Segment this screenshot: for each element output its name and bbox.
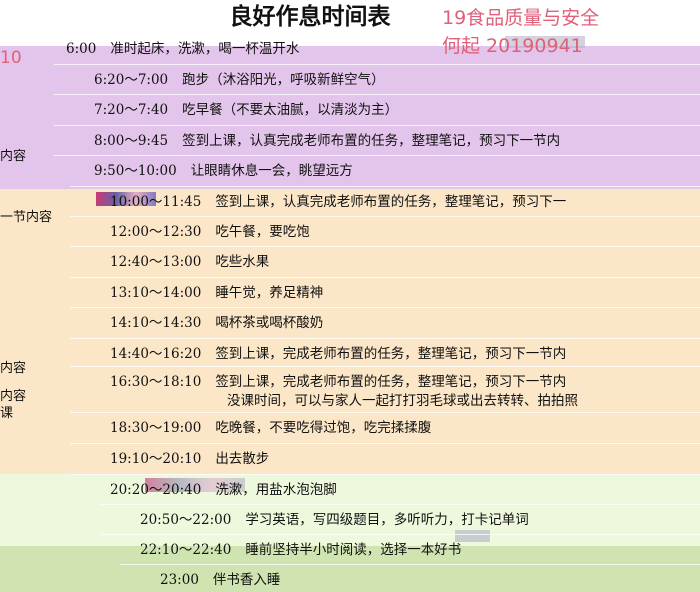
schedule-activity: 准时起床，洗漱，喝一杯温开水 — [110, 41, 300, 57]
student-info-overlay: 19食品质量与安全 何起 20190941 — [442, 6, 692, 58]
row-divider — [100, 504, 700, 505]
schedule-activity: 睡午觉，养足精神 — [215, 285, 324, 301]
schedule-activity: 吃午餐，要吃饱 — [215, 224, 310, 240]
row-divider — [70, 366, 700, 367]
row-divider — [70, 246, 700, 247]
row-divider — [100, 534, 700, 535]
schedule-row: 6:20～7:00 跑步（沐浴阳光，呼吸新鲜空气） — [94, 68, 700, 88]
schedule-time: 6:00 — [66, 41, 97, 57]
schedule-row-continuation: 没课时间，可以与家人一起打打羽毛球或出去转转、拍拍照 — [227, 389, 700, 409]
schedule-row: 12:00～12:30 吃午餐，要吃饱 — [110, 220, 700, 240]
schedule-time: 16:30～18:10 — [110, 374, 202, 390]
schedule-row: 20:50～22:00 学习英语，写四级题目，多听听力，打卡记单词 — [140, 508, 700, 528]
schedule-time: 19:10～20:10 — [110, 451, 202, 467]
schedule-time: 6:20～7:00 — [94, 72, 169, 88]
schedule-activity: 伴书香入睡 — [212, 572, 281, 588]
schedule-activity: 签到上课，认真完成老师布置的任务，整理笔记，预习下一节内 — [182, 133, 561, 149]
schedule-time: 14:10～14:30 — [110, 315, 202, 331]
schedule-activity: 吃晚餐，不要吃得过饱，吃完揉揉腹 — [215, 420, 432, 436]
schedule-row: 10:00～11:45 签到上课，认真完成老师布置的任务，整理笔记，预习下一 — [110, 190, 700, 210]
row-divider — [70, 307, 700, 308]
schedule-activity: 让眼睛休息一会，眺望远方 — [190, 163, 353, 179]
row-divider — [54, 125, 700, 126]
row-divider — [54, 155, 700, 156]
schedule-time: 20:20～20:40 — [110, 482, 202, 498]
row-divider — [70, 474, 700, 475]
schedule-row: 16:30～18:10 签到上课，完成老师布置的任务，整理笔记，预习下一节内 — [110, 370, 700, 390]
schedule-activity: 洗漱，用盐水泡泡脚 — [215, 482, 337, 498]
schedule-time: 13:10～14:00 — [110, 285, 202, 301]
schedule-row: 14:40～16:20 签到上课，完成老师布置的任务，整理笔记，预习下一节内 — [110, 342, 700, 362]
schedule-time: 18:30～19:00 — [110, 420, 202, 436]
schedule-activity: 签到上课，认真完成老师布置的任务，整理笔记，预习下一 — [215, 194, 567, 210]
left-fragment: 一节内容 — [0, 210, 53, 225]
schedule-row: 8:00～9:45 签到上课，认真完成老师布置的任务，整理笔记，预习下一节内 — [94, 129, 700, 149]
schedule-activity: 学习英语，写四级题目，多听听力，打卡记单词 — [245, 512, 529, 528]
schedule-time: 14:40～16:20 — [110, 346, 202, 362]
student-name-id: 何起 20190941 — [442, 35, 583, 57]
schedule-activity: 跑步（沐浴阳光，呼吸新鲜空气） — [182, 72, 385, 88]
schedule-row: 7:20～7:40 吃早餐（不要太油腻，以清淡为主） — [94, 98, 700, 118]
left-fragment: 内容 — [0, 149, 27, 164]
schedule-activity: 出去散步 — [215, 451, 270, 467]
row-divider — [70, 186, 700, 187]
schedule-row: 12:40～13:00 吃些水果 — [110, 250, 700, 270]
schedule-time: 7:20～7:40 — [94, 102, 169, 118]
left-fragment: 课 — [0, 406, 14, 421]
row-divider — [54, 94, 700, 95]
schedule-row: 13:10～14:00 睡午觉，养足精神 — [110, 281, 700, 301]
schedule-row: 9:50～10:00 让眼睛休息一会，眺望远方 — [94, 159, 700, 179]
row-divider — [70, 412, 700, 413]
schedule-row: 19:10～20:10 出去散步 — [110, 447, 700, 467]
schedule-row: 20:20～20:40 洗漱，用盐水泡泡脚 — [110, 478, 700, 498]
schedule-time: 20:50～22:00 — [140, 512, 232, 528]
schedule-time: 22:10～22:40 — [140, 542, 232, 558]
row-divider — [70, 443, 700, 444]
schedule-activity: 喝杯茶或喝杯酸奶 — [215, 315, 324, 331]
row-divider — [70, 216, 700, 217]
schedule-row: 18:30～19:00 吃晚餐，不要吃得过饱，吃完揉揉腹 — [110, 416, 700, 436]
schedule-time: 10:00～11:45 — [110, 194, 202, 210]
schedule-activity: 吃些水果 — [215, 254, 270, 270]
schedule-activity-extra: 没课时间，可以与家人一起打打羽毛球或出去转转、拍拍照 — [227, 393, 578, 409]
left-fragment: 10 — [0, 48, 22, 68]
schedule-activity: 吃早餐（不要太油腻，以清淡为主） — [182, 102, 399, 118]
schedule-time: 8:00～9:45 — [94, 133, 169, 149]
schedule-activity: 睡前坚持半小时阅读，选择一本好书 — [245, 542, 462, 558]
row-divider — [70, 277, 700, 278]
schedule-row: 22:10～22:40 睡前坚持半小时阅读，选择一本好书 — [140, 538, 700, 558]
schedule-time: 12:40～13:00 — [110, 254, 202, 270]
schedule-row: 23:00 伴书香入睡 — [160, 568, 700, 588]
schedule-time: 23:00 — [160, 572, 199, 588]
left-fragment: 内容 — [0, 361, 27, 376]
row-divider — [70, 338, 700, 339]
row-divider — [120, 564, 700, 565]
row-divider — [54, 64, 700, 65]
class-label: 19食品质量与安全 — [442, 7, 600, 29]
schedule-row: 14:10～14:30 喝杯茶或喝杯酸奶 — [110, 311, 700, 331]
schedule-time: 9:50～10:00 — [94, 163, 177, 179]
schedule-activity: 签到上课，完成老师布置的任务，整理笔记，预习下一节内 — [215, 346, 567, 362]
schedule-time: 12:00～12:30 — [110, 224, 202, 240]
schedule-activity: 签到上课，完成老师布置的任务，整理笔记，预习下一节内 — [215, 374, 567, 390]
